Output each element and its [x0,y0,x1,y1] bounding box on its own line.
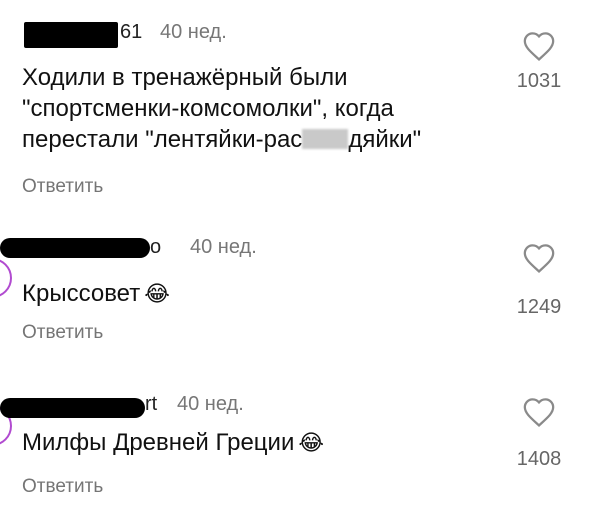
comment-text-part: дяйки" [348,126,422,153]
like-count: 1408 [516,448,562,470]
like-control: 1249 [504,242,574,319]
comment-text-line: "спортсменки-комсомолки", когда [22,95,394,122]
username[interactable]: rt [145,393,157,416]
comment-item: o 40 нед. Крыссовет 😂 Ответить 1249 [0,210,604,360]
like-count: 1249 [516,296,562,318]
redacted-username [0,398,145,418]
reply-button[interactable]: Ответить [22,322,103,344]
heart-outline-icon[interactable] [522,242,556,274]
reply-button[interactable]: Ответить [22,476,103,498]
comment-text-part: перестали "лентяйки-рас [22,126,303,153]
comment-item: 61 40 нед. Ходили в тренажёрный были "сп… [0,0,604,210]
comment-text-part: Милфы Древней Греции [22,429,295,456]
comment-text-line: Ходили в тренажёрный были [22,64,348,91]
blurred-text [302,129,349,149]
username[interactable]: 61 [120,21,142,44]
comment-text: Милфы Древней Греции 😂 [22,427,492,458]
redacted-username [24,22,118,48]
timestamp: 40 нед. [160,21,227,43]
laughing-emoji: 😂 [298,430,325,455]
timestamp: 40 нед. [190,236,257,258]
heart-outline-icon[interactable] [522,396,556,428]
like-count: 1031 [516,70,562,92]
comment-text: Крыссовет 😂 [22,278,492,309]
username[interactable]: o [150,236,161,259]
timestamp: 40 нед. [177,393,244,415]
redacted-username [0,238,150,258]
heart-outline-icon[interactable] [522,30,556,62]
comment-text-line: перестали "лентяйки-рас дяйки" [22,124,492,155]
like-control: 1408 [504,396,574,471]
reply-button[interactable]: Ответить [22,176,103,198]
comment-item: rt 40 нед. Милфы Древней Греции 😂 Ответит… [0,360,604,513]
comment-text: Ходили в тренажёрный были "спортсменки-к… [22,62,492,155]
like-control: 1031 [504,30,574,93]
comment-text-part: Крыссовет [22,280,141,307]
avatar[interactable] [0,258,12,298]
laughing-emoji: 😂 [144,281,170,306]
